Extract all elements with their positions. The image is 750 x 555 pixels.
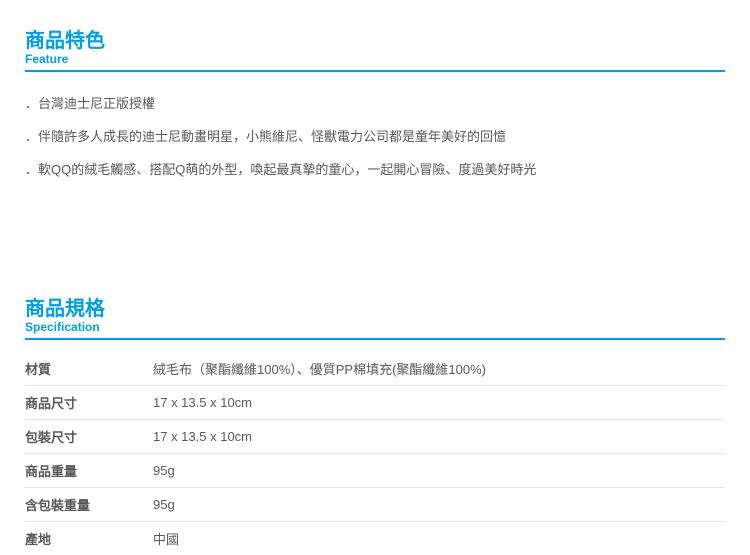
spec-table: 材質 絨毛布（聚酯纖維100%）、優質PP棉填充(聚酯纖維100%) 商品尺寸 … (25, 352, 725, 555)
spec-header: 商品規格 Specification (25, 296, 725, 340)
spec-value: 絨毛布（聚酯纖維100%）、優質PP棉填充(聚酯纖維100%) (153, 352, 725, 386)
spec-row: 含包裝重量 95g (25, 488, 725, 522)
spec-label: 含包裝重量 (25, 488, 153, 522)
feature-item: ．台灣迪士尼正版授權 (25, 88, 725, 121)
spec-row: 包裝尺寸 17 x 13.5 x 10cm (25, 420, 725, 454)
feature-header: 商品特色 Feature (25, 28, 725, 72)
spec-label: 商品重量 (25, 454, 153, 488)
spec-row: 材質 絨毛布（聚酯纖維100%）、優質PP棉填充(聚酯纖維100%) (25, 352, 725, 386)
feature-title-cn: 商品特色 (25, 28, 725, 54)
feature-list: ．台灣迪士尼正版授權 ．伴隨許多人成長的迪士尼動畫明星，小熊維尼、怪獸電力公司都… (25, 84, 725, 190)
spec-label: 材質 (25, 352, 153, 386)
spec-title-en: Specification (25, 320, 725, 334)
spec-row: 商品尺寸 17 x 13.5 x 10cm (25, 386, 725, 420)
spec-value: 95g (153, 488, 725, 522)
spec-title-cn: 商品規格 (25, 296, 725, 322)
spec-label: 包裝尺寸 (25, 420, 153, 454)
feature-title-en: Feature (25, 52, 725, 66)
spec-value: 17 x 13.5 x 10cm (153, 420, 725, 454)
spec-value: 95g (153, 454, 725, 488)
spec-label: 商品尺寸 (25, 386, 153, 420)
spec-row: 商品重量 95g (25, 454, 725, 488)
feature-item: ．軟QQ的絨毛觸感、搭配Q萌的外型，喚起最真摯的童心，一起開心冒險、度過美好時光 (25, 154, 725, 187)
feature-item: ．伴隨許多人成長的迪士尼動畫明星，小熊維尼、怪獸電力公司都是童年美好的回憶 (25, 121, 725, 154)
spec-value: 17 x 13.5 x 10cm (153, 386, 725, 420)
